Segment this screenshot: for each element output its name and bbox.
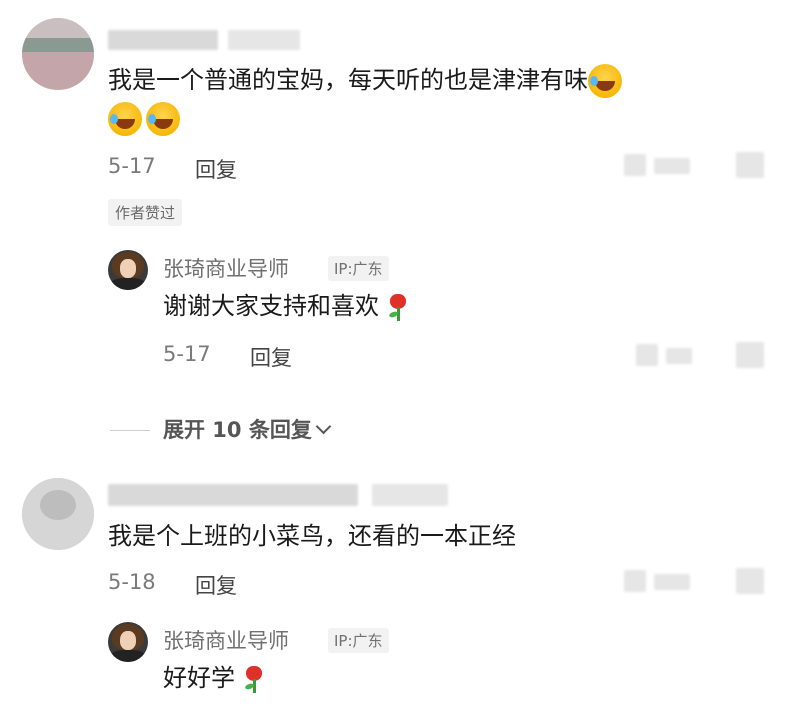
dislike-action[interactable]: [736, 568, 764, 594]
reply-dislike-action[interactable]: [736, 342, 764, 368]
reply-text: 谢谢大家支持和喜欢: [163, 290, 409, 322]
comment-date: 5-18: [108, 570, 156, 594]
reply-text-content: 谢谢大家支持和喜欢: [163, 292, 379, 320]
reply-author-name[interactable]: 张琦商业导师: [163, 253, 289, 283]
author-avatar[interactable]: [108, 622, 148, 662]
comment-text: 我是一个普通的宝妈，每天听的也是津津有味: [108, 64, 626, 98]
rose-icon: [243, 664, 265, 694]
comment-emoji-row: [108, 102, 184, 136]
reply-button[interactable]: 回复: [195, 154, 237, 184]
reply-date: 5-17: [163, 342, 211, 366]
laughing-emoji-icon: [108, 102, 142, 136]
laughing-emoji-icon: [588, 64, 622, 98]
like-action[interactable]: [624, 150, 694, 180]
expand-divider: [110, 430, 150, 431]
comment-avatar[interactable]: [22, 478, 94, 550]
expand-replies-button[interactable]: 展开 10 条回复: [163, 414, 332, 444]
comment-avatar[interactable]: [22, 18, 94, 90]
reply-reply-button[interactable]: 回复: [250, 342, 292, 372]
author-liked-badge: 作者赞过: [108, 199, 183, 226]
dislike-action[interactable]: [736, 152, 764, 178]
comment-username[interactable]: [108, 30, 218, 50]
comment-text: 我是个上班的小菜鸟，还看的一本正经: [108, 522, 516, 550]
laughing-emoji-icon: [146, 102, 180, 136]
reply-author-name[interactable]: 张琦商业导师: [163, 625, 289, 655]
ip-location-badge: IP:广东: [328, 628, 389, 653]
expand-replies-label: 展开 10 条回复: [163, 418, 312, 442]
comment-username-extra: [372, 484, 448, 506]
reply-text-content: 好好学: [163, 664, 235, 692]
chevron-down-icon: [315, 418, 332, 435]
ip-location-badge: IP:广东: [328, 256, 389, 281]
comment-username[interactable]: [108, 484, 358, 506]
rose-icon: [387, 292, 409, 322]
like-action[interactable]: [624, 566, 694, 596]
author-avatar[interactable]: [108, 250, 148, 290]
comment-text-content: 我是一个普通的宝妈，每天听的也是津津有味: [108, 66, 588, 94]
comment-username-extra: [228, 30, 300, 50]
reply-text: 好好学: [163, 662, 265, 694]
comment-date: 5-17: [108, 154, 156, 178]
reply-like-action[interactable]: [636, 340, 696, 370]
reply-button[interactable]: 回复: [195, 570, 237, 600]
